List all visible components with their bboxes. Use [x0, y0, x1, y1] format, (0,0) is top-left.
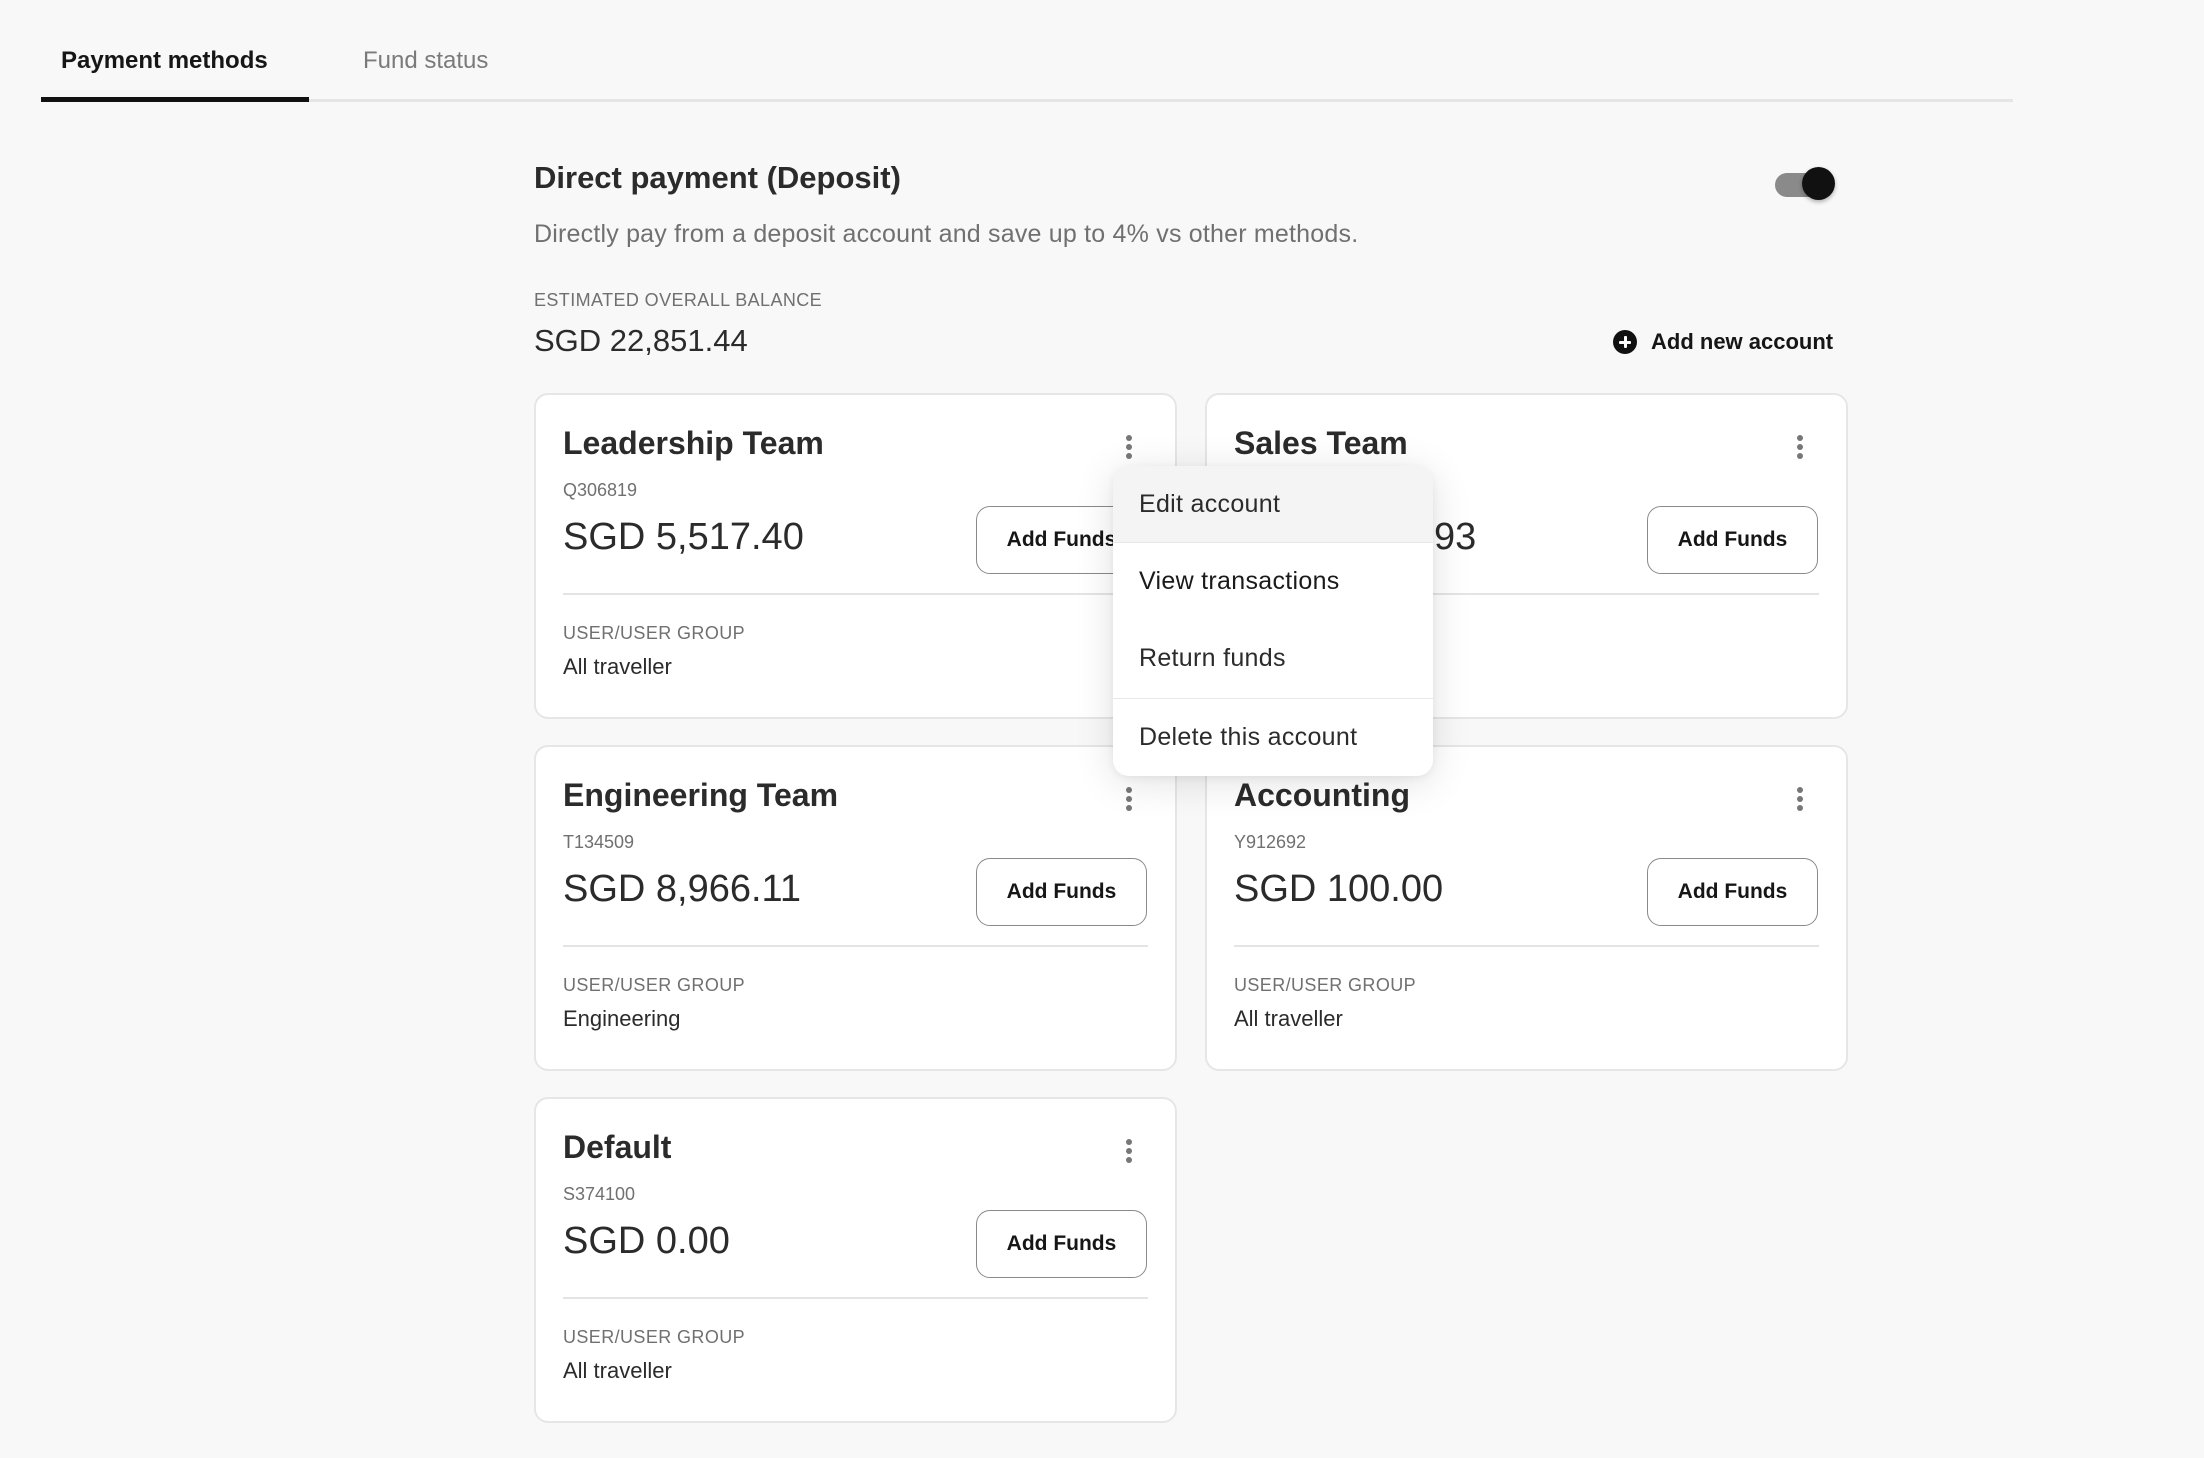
add-funds-button[interactable]: Add Funds	[976, 1210, 1147, 1278]
more-options-icon[interactable]	[1790, 431, 1810, 463]
card-divider	[563, 945, 1148, 947]
account-balance: 93	[1434, 516, 1477, 558]
user-group-label: USER/USER GROUP	[563, 975, 746, 995]
account-id: T134509	[563, 832, 635, 852]
menu-item-delete-account[interactable]: Delete this account	[1113, 699, 1433, 776]
account-card: Leadership Team Q306819 SGD 5,517.40 Add…	[534, 393, 1177, 719]
user-group-value: All traveller	[1234, 1006, 1343, 1031]
more-options-icon[interactable]	[1119, 783, 1139, 815]
account-id: S374100	[563, 1184, 636, 1204]
user-group-label: USER/USER GROUP	[563, 1327, 746, 1347]
account-name: Default	[563, 1129, 672, 1165]
account-name: Leadership Team	[563, 425, 824, 461]
account-balance: SGD 8,966.11	[563, 868, 802, 910]
more-options-icon[interactable]	[1790, 783, 1810, 815]
user-group-label: USER/USER GROUP	[1234, 975, 1417, 995]
section-title: Direct payment (Deposit)	[534, 160, 901, 195]
more-options-icon[interactable]	[1119, 1135, 1139, 1167]
account-options-menu: Edit account View transactions Return fu…	[1113, 466, 1433, 776]
card-divider	[563, 1297, 1148, 1299]
more-options-icon[interactable]	[1119, 431, 1139, 463]
card-divider	[1234, 945, 1819, 947]
section-description: Directly pay from a deposit account and …	[534, 220, 1359, 248]
plus-circle-icon	[1613, 330, 1637, 354]
tab-bar: Payment methods Fund status	[41, 0, 2013, 102]
tab-fund-status[interactable]: Fund status	[363, 44, 488, 78]
balance-label: ESTIMATED OVERALL BALANCE	[534, 290, 823, 310]
user-group-value: All traveller	[563, 654, 672, 679]
account-balance: SGD 100.00	[1234, 868, 1444, 910]
account-name: Engineering Team	[563, 777, 839, 813]
toggle-knob	[1802, 167, 1835, 200]
menu-item-return-funds[interactable]: Return funds	[1113, 619, 1433, 697]
direct-payment-toggle[interactable]	[1775, 167, 1835, 201]
user-group-value: Engineering	[563, 1006, 681, 1031]
add-funds-button[interactable]: Add Funds	[976, 858, 1147, 926]
account-name: Accounting	[1234, 777, 1410, 813]
add-funds-button[interactable]: Add Funds	[1647, 858, 1818, 926]
account-name: Sales Team	[1234, 425, 1408, 461]
menu-item-edit-account[interactable]: Edit account	[1113, 466, 1433, 543]
account-id: Q306819	[563, 480, 638, 500]
balance-value: SGD 22,851.44	[534, 323, 748, 358]
active-tab-indicator	[41, 97, 309, 102]
add-funds-button[interactable]: Add Funds	[1647, 506, 1818, 574]
add-new-account-button[interactable]: Add new account	[1613, 328, 1833, 356]
menu-item-view-transactions[interactable]: View transactions	[1113, 544, 1433, 619]
account-card: Engineering Team T134509 SGD 8,966.11 Ad…	[534, 745, 1177, 1071]
user-group-value: All traveller	[563, 1358, 672, 1383]
account-id: Y912692	[1234, 832, 1307, 852]
account-balance: SGD 5,517.40	[563, 516, 804, 558]
add-new-account-label: Add new account	[1651, 329, 1834, 354]
account-card: Default S374100 SGD 0.00 Add Funds USER/…	[534, 1097, 1177, 1423]
card-divider	[563, 593, 1148, 595]
account-card: Accounting Y912692 SGD 100.00 Add Funds …	[1205, 745, 1848, 1071]
user-group-label: USER/USER GROUP	[563, 623, 746, 643]
payment-methods-page: Payment methods Fund status Direct payme…	[0, 0, 2204, 1458]
account-balance: SGD 0.00	[563, 1220, 730, 1262]
tab-payment-methods[interactable]: Payment methods	[61, 44, 268, 78]
